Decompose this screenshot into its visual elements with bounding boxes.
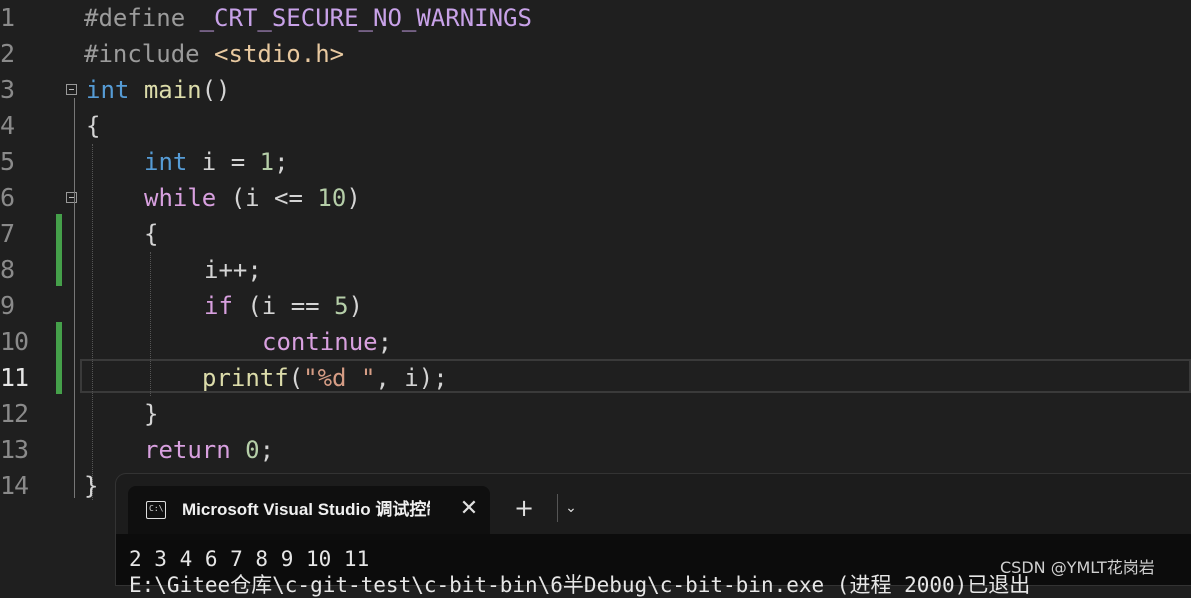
line-number: 10 bbox=[0, 327, 29, 356]
line-number: 9 bbox=[0, 291, 15, 320]
code-text: , i); bbox=[375, 364, 448, 392]
include-header-token: <stdio.h> bbox=[214, 40, 345, 68]
function-name-token: printf bbox=[202, 364, 289, 392]
line-number: 12 bbox=[0, 399, 29, 428]
code-text: (i == bbox=[232, 292, 335, 320]
string-token: "%d " bbox=[303, 364, 376, 392]
code-line-4[interactable]: { bbox=[86, 108, 100, 144]
chevron-down-icon[interactable]: ⌄ bbox=[559, 498, 583, 518]
line-number: 5 bbox=[0, 147, 15, 176]
code-line-6[interactable]: while (i <= 10) bbox=[144, 180, 361, 216]
code-line-2[interactable]: #include <stdio.h> bbox=[84, 36, 344, 72]
code-line-13[interactable]: return 0; bbox=[144, 432, 274, 468]
brace-token: } bbox=[84, 472, 99, 500]
line-number: 8 bbox=[0, 255, 15, 284]
brace-token: { bbox=[86, 112, 101, 140]
line-number: 7 bbox=[0, 219, 15, 248]
keyword-token: return bbox=[144, 436, 231, 464]
indent-guide bbox=[150, 252, 151, 396]
code-text: ) bbox=[348, 292, 363, 320]
line-number: 6 bbox=[0, 183, 15, 212]
punctuation-token: () bbox=[201, 76, 231, 104]
number-token: 10 bbox=[317, 184, 347, 212]
line-number-active: 11 bbox=[0, 363, 29, 392]
code-text: ( bbox=[288, 364, 304, 392]
change-bar bbox=[56, 322, 62, 394]
line-number: 14 bbox=[0, 471, 29, 500]
close-icon[interactable]: ✕ bbox=[458, 498, 480, 520]
code-line-3[interactable]: int main() bbox=[86, 72, 231, 108]
number-token: 1 bbox=[259, 148, 275, 176]
function-name-token: main bbox=[143, 76, 202, 104]
line-number: 1 bbox=[0, 3, 15, 32]
code-text: (i <= bbox=[216, 184, 318, 212]
code-text: ; bbox=[259, 436, 275, 464]
number-token: 0 bbox=[245, 436, 260, 464]
brace-token: { bbox=[144, 220, 159, 248]
code-text: ) bbox=[346, 184, 361, 212]
keyword-token: continue bbox=[262, 328, 378, 356]
watermark: CSDN @YMLT花岗岩 bbox=[1000, 558, 1155, 577]
tab-separator bbox=[557, 494, 558, 522]
code-line-11[interactable]: printf("%d ", i); bbox=[202, 360, 448, 396]
line-number: 4 bbox=[0, 111, 15, 140]
code-line-14[interactable]: } bbox=[84, 468, 98, 504]
macro-token: _CRT_SECURE_NO_WARNINGS bbox=[199, 4, 532, 32]
line-number: 3 bbox=[0, 75, 15, 104]
type-token: int bbox=[144, 148, 188, 176]
collapse-icon[interactable] bbox=[66, 84, 77, 95]
line-number: 13 bbox=[0, 435, 29, 464]
console-output-line: E:\Gitee仓库\c-git-test\c-bit-bin\6半Debug\… bbox=[129, 573, 1031, 597]
directive-token: #include bbox=[84, 40, 200, 68]
terminal-icon: C:\ bbox=[146, 501, 166, 519]
code-text: ; bbox=[377, 328, 393, 356]
change-bar bbox=[56, 214, 62, 286]
scope-line bbox=[74, 98, 75, 498]
console-tab-title: Microsoft Visual Studio 调试控制台 bbox=[182, 500, 430, 519]
keyword-token: if bbox=[204, 292, 233, 320]
brace-token: } bbox=[144, 400, 159, 428]
console-tab[interactable]: C:\ Microsoft Visual Studio 调试控制台 ✕ bbox=[128, 486, 490, 534]
code-line-9[interactable]: if (i == 5) bbox=[204, 288, 363, 324]
number-token: 5 bbox=[334, 292, 349, 320]
new-tab-button[interactable]: + bbox=[512, 496, 536, 520]
code-line-10[interactable]: continue; bbox=[262, 324, 392, 360]
code-line-5[interactable]: int i = 1; bbox=[144, 144, 289, 180]
keyword-token: while bbox=[144, 184, 217, 212]
code-line-12[interactable]: } bbox=[144, 396, 158, 432]
code-text: i++; bbox=[204, 256, 262, 284]
code-text: i = bbox=[187, 148, 260, 176]
line-number: 2 bbox=[0, 39, 15, 68]
directive-token: #define bbox=[84, 4, 186, 32]
type-token: int bbox=[86, 76, 130, 104]
code-text: ; bbox=[274, 148, 289, 176]
code-line-1[interactable]: #define _CRT_SECURE_NO_WARNINGS bbox=[84, 0, 532, 36]
collapse-icon[interactable] bbox=[66, 192, 77, 203]
indent-guide bbox=[92, 144, 93, 500]
console-output-line: 2 3 4 6 7 8 9 10 11 bbox=[129, 547, 370, 571]
code-line-7[interactable]: { bbox=[144, 216, 158, 252]
code-line-8[interactable]: i++; bbox=[204, 252, 262, 288]
